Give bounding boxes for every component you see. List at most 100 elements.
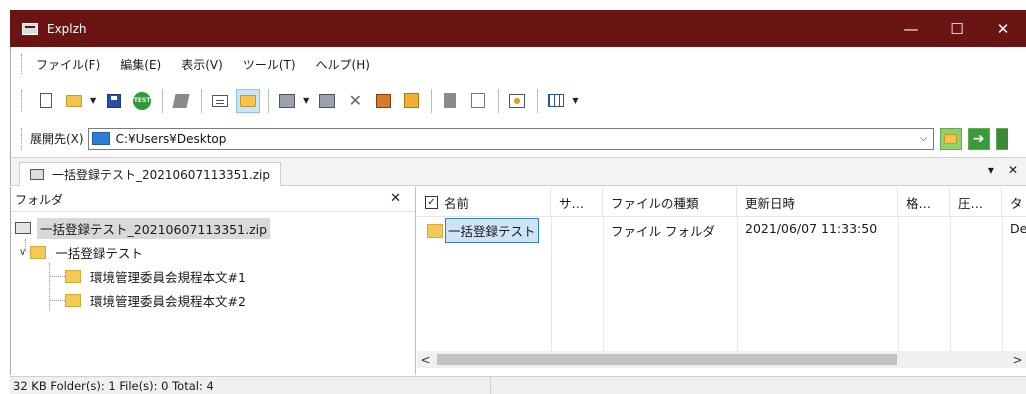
column-header-name[interactable]: ✓ 名前 bbox=[417, 187, 551, 217]
menu-edit[interactable]: 編集(E) bbox=[120, 56, 161, 73]
column-header-type2[interactable]: タ bbox=[1002, 187, 1026, 217]
tree-connector bbox=[49, 276, 65, 277]
mark-button[interactable] bbox=[438, 89, 462, 113]
extract-icon bbox=[279, 93, 296, 108]
comment-button[interactable] bbox=[208, 89, 232, 113]
select-all-checkbox[interactable]: ✓ bbox=[425, 195, 438, 209]
scroll-right-button[interactable]: > bbox=[1009, 353, 1026, 367]
add-button[interactable] bbox=[315, 89, 339, 113]
document-tab-strip: 一括登録テスト_20210607113351.zip ▾ ✕ bbox=[10, 158, 1026, 186]
column-header-label: 名前 bbox=[444, 195, 470, 211]
folder-view-toggle[interactable] bbox=[236, 88, 261, 113]
close-tab-button[interactable]: ✕ bbox=[1008, 163, 1018, 177]
scroll-thumb[interactable] bbox=[437, 354, 897, 365]
menu-tools[interactable]: ツール(T) bbox=[243, 56, 296, 73]
extract-path-combo[interactable]: ⌵ bbox=[87, 127, 934, 150]
file-name[interactable]: 一括登録テスト bbox=[445, 218, 539, 243]
tree-item-archive[interactable]: 一括登録テスト_20210607113351.zip bbox=[15, 217, 271, 239]
extract-path-input[interactable] bbox=[115, 131, 915, 146]
menu-view[interactable]: 表示(V) bbox=[181, 56, 223, 73]
browse-folder-button[interactable] bbox=[939, 127, 962, 150]
toolbar-separator bbox=[498, 88, 500, 113]
table-row[interactable]: 一括登録テスト ファイル フォルダ 2021/06/07 11:33:50 De bbox=[417, 218, 1026, 243]
scroll-left-button[interactable]: < bbox=[417, 353, 434, 367]
horizontal-scrollbar[interactable]: < > bbox=[417, 351, 1026, 368]
test-button[interactable]: TEST bbox=[130, 89, 154, 113]
toolbar-separator bbox=[537, 88, 539, 113]
extract-button[interactable] bbox=[275, 89, 299, 113]
minimize-button[interactable]: — bbox=[888, 10, 934, 47]
column-header-size[interactable]: サ… bbox=[551, 187, 603, 217]
key-icon bbox=[403, 93, 419, 108]
copy-button[interactable] bbox=[466, 89, 490, 113]
tab-list-button[interactable]: ▾ bbox=[988, 163, 994, 177]
tree-item-label: 環境管理委員会規程本文#1 bbox=[90, 269, 246, 285]
status-text: 32 KB Folder(s): 1 File(s): 0 Total: 4 bbox=[13, 378, 214, 393]
menu-bar: ファイル(F) 編集(E) 表示(V) ツール(T) ヘルプ(H) bbox=[10, 47, 1026, 81]
password-button[interactable] bbox=[399, 89, 423, 113]
chevron-down-icon[interactable]: ⌵ bbox=[915, 133, 933, 144]
extract-path-label: 展開先(X) bbox=[30, 132, 84, 146]
column-header-stored[interactable]: 格… bbox=[898, 187, 950, 217]
toolbar-separator bbox=[431, 88, 433, 113]
address-grip[interactable] bbox=[21, 127, 24, 150]
chevron-down-icon[interactable]: ∨ bbox=[19, 247, 26, 258]
extract-dropdown-arrow[interactable]: ▼ bbox=[303, 96, 309, 105]
delete-button[interactable]: ✕ bbox=[343, 89, 367, 113]
zip-icon bbox=[30, 169, 44, 180]
tree-item-subfolder[interactable]: 環境管理委員会規程本文#1 bbox=[65, 265, 249, 287]
toolbar-separator bbox=[201, 88, 203, 113]
view-mode-dropdown-arrow[interactable]: ▼ bbox=[572, 96, 578, 105]
comment-icon bbox=[212, 94, 229, 107]
menu-help[interactable]: ヘルプ(H) bbox=[316, 56, 370, 73]
column-header-label: サ… bbox=[559, 195, 585, 211]
file-modified: 2021/06/07 11:33:50 bbox=[745, 221, 878, 236]
column-header-label: タ bbox=[1010, 195, 1023, 211]
tree-item-label: 一括登録テスト_20210607113351.zip bbox=[37, 217, 271, 239]
new-document-icon bbox=[40, 93, 52, 108]
column-header-modified[interactable]: 更新日時 bbox=[737, 187, 898, 217]
open-destination-button[interactable] bbox=[995, 127, 1008, 150]
open-button[interactable] bbox=[62, 89, 86, 113]
tab-controls: ▾ ✕ bbox=[974, 163, 1018, 177]
save-button[interactable] bbox=[102, 89, 126, 113]
column-header-label: ファイルの種類 bbox=[611, 195, 699, 211]
menu-file[interactable]: ファイル(F) bbox=[36, 56, 100, 73]
tab-archive[interactable]: 一括登録テスト_20210607113351.zip bbox=[19, 162, 281, 186]
close-folder-panel-button[interactable]: ✕ bbox=[390, 191, 401, 206]
properties-icon bbox=[375, 93, 391, 108]
close-button[interactable]: ✕ bbox=[980, 10, 1026, 47]
open-folder-icon bbox=[66, 94, 82, 107]
desktop-icon bbox=[91, 132, 110, 145]
tool-button-disabled[interactable] bbox=[169, 89, 193, 113]
save-icon bbox=[107, 93, 122, 108]
new-archive-button[interactable] bbox=[34, 89, 58, 113]
extract-go-button[interactable]: ➔ bbox=[967, 127, 990, 150]
scroll-track[interactable] bbox=[434, 351, 1009, 368]
tree-item-folder[interactable]: ∨ 一括登録テスト bbox=[19, 241, 146, 263]
properties-button[interactable] bbox=[371, 89, 395, 113]
extract-path-bar: 展開先(X) ⌵ ➔ bbox=[10, 120, 1026, 158]
open-dropdown-arrow[interactable]: ▼ bbox=[90, 96, 96, 105]
status-divider bbox=[490, 377, 491, 394]
disabled-tool-icon bbox=[172, 93, 190, 108]
copy-icon bbox=[471, 93, 486, 108]
maximize-button[interactable]: ☐ bbox=[934, 10, 980, 47]
column-header-type[interactable]: ファイルの種類 bbox=[603, 187, 737, 217]
folder-panel-title: フォルダ bbox=[15, 192, 64, 207]
window-title: Explzh bbox=[47, 21, 87, 36]
tree-item-label: 一括登録テスト bbox=[55, 245, 143, 261]
toolbar: ▼ TEST ▼ ✕ ▼ bbox=[10, 81, 1026, 120]
menu-grip[interactable] bbox=[21, 54, 24, 74]
column-header-label: 格… bbox=[906, 195, 932, 211]
column-header-compressed[interactable]: 圧… bbox=[950, 187, 1002, 217]
window-controls: — ☐ ✕ bbox=[888, 10, 1026, 47]
tree-item-subfolder[interactable]: 環境管理委員会規程本文#2 bbox=[65, 289, 249, 311]
folder-icon bbox=[65, 269, 81, 283]
column-header-row: ✓ 名前 サ… ファイルの種類 更新日時 格… 圧… タ bbox=[417, 187, 1026, 217]
file-name-cell[interactable]: 一括登録テスト bbox=[427, 218, 539, 243]
view-mode-button[interactable] bbox=[544, 89, 568, 113]
toolbar-grip[interactable] bbox=[21, 89, 24, 112]
column-header-label: 圧… bbox=[958, 195, 984, 211]
screenshot-button[interactable] bbox=[505, 89, 529, 113]
